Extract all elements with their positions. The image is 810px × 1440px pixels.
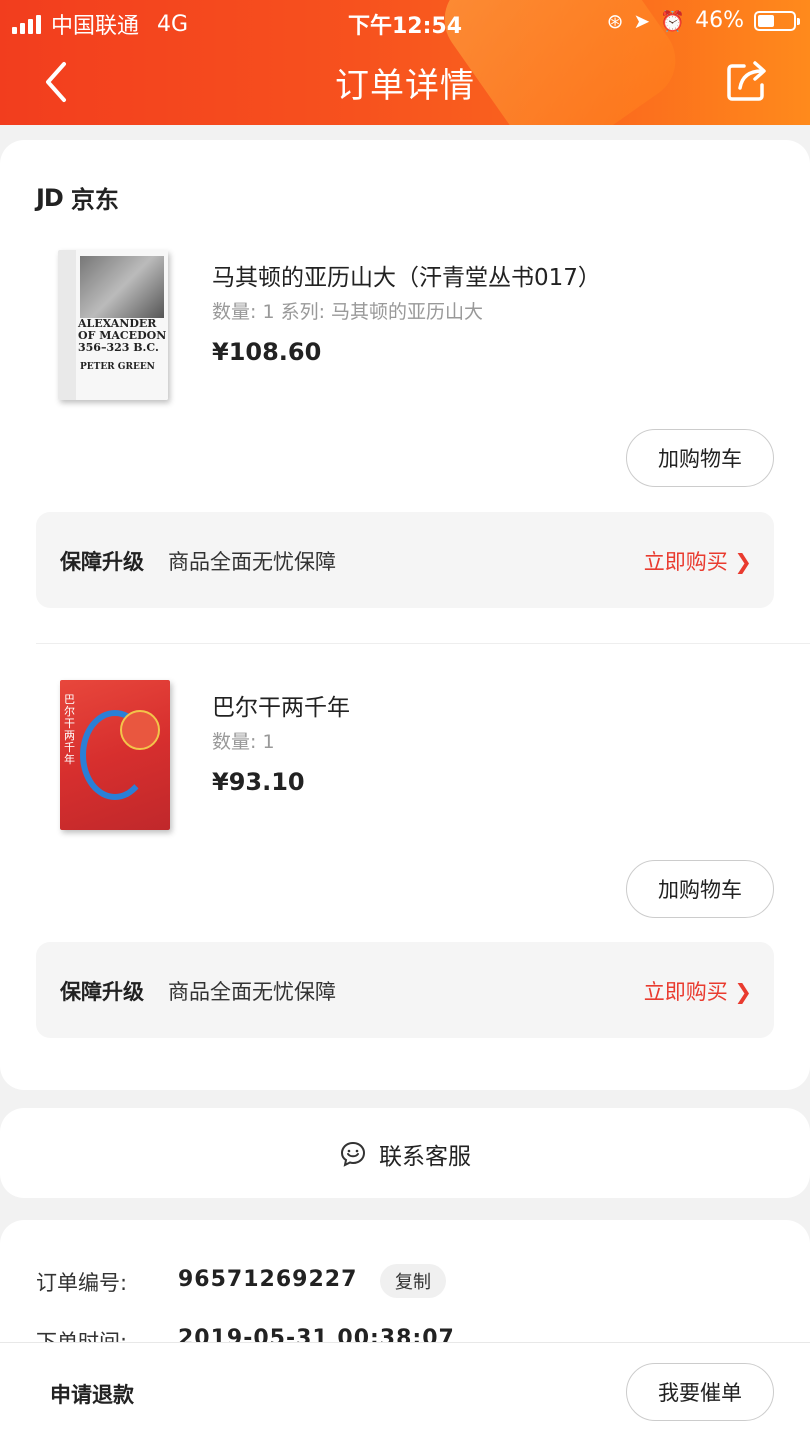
shop-label: 京东: [70, 186, 119, 214]
contact-service-label: 联系客服: [379, 1144, 471, 1170]
bottom-action-bar: 申请退款 我要催单: [0, 1342, 810, 1440]
guarantee-key: 保障升级: [60, 550, 144, 574]
add-to-cart-button[interactable]: 加购物车: [626, 860, 774, 918]
buy-now-link[interactable]: 立即购买 ❯: [644, 546, 752, 576]
battery-percent: 46%: [695, 8, 744, 33]
buy-now-link[interactable]: 立即购买 ❯: [644, 976, 752, 1006]
product-price: ¥93.10: [212, 768, 305, 796]
guarantee-value: 商品全面无忧保障: [168, 550, 336, 574]
product-meta: 数量: 1 系列: 马其顿的亚历山大: [212, 301, 484, 323]
rotation-lock-icon: ⊛: [606, 8, 624, 33]
copy-button[interactable]: 复制: [380, 1264, 446, 1298]
guarantee-upgrade-row[interactable]: 保障升级 商品全面无忧保障 立即购买 ❯: [36, 942, 774, 1038]
alarm-icon: ⏰: [660, 8, 686, 33]
battery-icon: [754, 10, 800, 31]
header-bar: 中国联通 4G 下午12:54 ⊛ ➤ ⏰ 46% 订单详情: [0, 0, 810, 125]
cover-author: PETER GREEN: [80, 362, 155, 372]
share-icon: [727, 61, 766, 101]
shop-name[interactable]: JD 京东: [36, 180, 119, 215]
share-button[interactable]: [724, 58, 770, 104]
product-name[interactable]: 马其顿的亚历山大（汗青堂丛书017）: [212, 258, 601, 292]
guarantee-key: 保障升级: [60, 980, 144, 1004]
jd-logo: JD: [36, 183, 64, 212]
add-to-cart-button[interactable]: 加购物车: [626, 429, 774, 487]
cover-illustration: [80, 256, 164, 318]
status-bar: 中国联通 4G 下午12:54 ⊛ ➤ ⏰ 46%: [0, 0, 810, 42]
order-number-label: 订单编号:: [36, 1271, 128, 1295]
chat-smile-icon: [340, 1141, 366, 1167]
page-title: 订单详情: [335, 66, 475, 106]
cover-title: ALEXANDER OF MACEDON 356–323 B.C.: [78, 317, 167, 354]
contact-service-button[interactable]: 联系客服: [0, 1112, 810, 1196]
cover-title: 巴尔干两千年: [64, 693, 75, 766]
location-icon: ➤: [633, 8, 651, 33]
order-number-value: 96571269227: [178, 1267, 358, 1292]
product-cover-image[interactable]: ALEXANDER OF MACEDON 356–323 B.C. PETER …: [58, 250, 168, 400]
product-meta: 数量: 1: [212, 731, 275, 753]
product-name[interactable]: 巴尔干两千年: [212, 688, 350, 722]
guarantee-upgrade-row[interactable]: 保障升级 商品全面无忧保障 立即购买 ❯: [36, 512, 774, 608]
refund-button[interactable]: 申请退款: [50, 1379, 134, 1409]
product-cover-image[interactable]: 巴尔干两千年: [60, 680, 170, 830]
divider: [36, 643, 810, 644]
product-price: ¥108.60: [212, 338, 322, 366]
guarantee-value: 商品全面无忧保障: [168, 980, 336, 1004]
urge-order-button[interactable]: 我要催单: [626, 1363, 774, 1421]
cover-circle-graphic: [120, 710, 160, 750]
